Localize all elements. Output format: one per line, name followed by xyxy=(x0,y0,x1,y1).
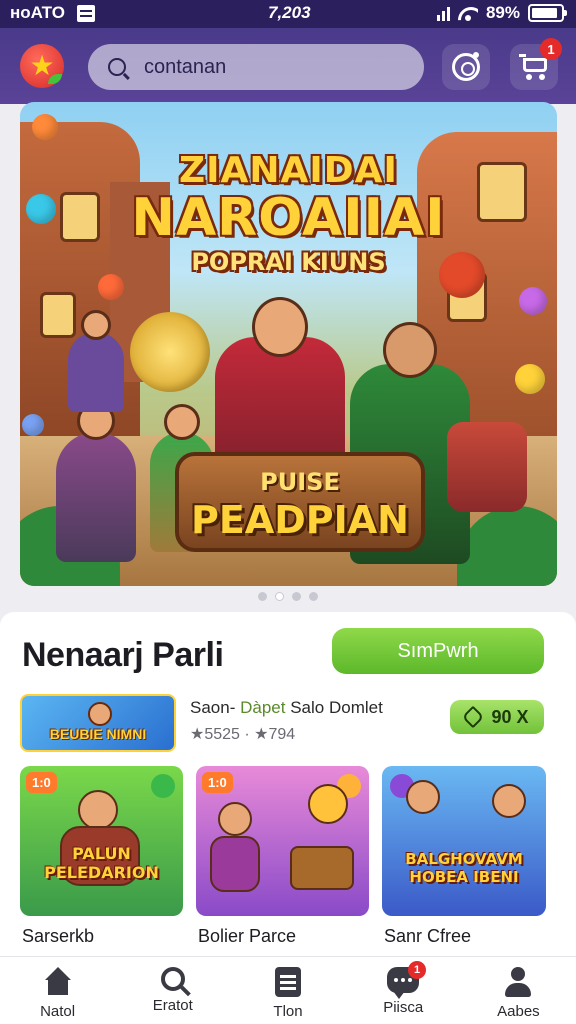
gold-coin xyxy=(308,784,348,824)
card-character xyxy=(492,784,526,818)
card-character xyxy=(78,790,118,830)
home-icon xyxy=(43,967,73,997)
plaque-line1: PUISE xyxy=(260,468,340,496)
section-title: Nenaarj Parli xyxy=(22,636,224,674)
banner-title-line1: ZIANAIDAI xyxy=(179,150,398,191)
notification-icon xyxy=(76,4,95,22)
featured-thumbnail[interactable]: BEUBIE NIMNI xyxy=(20,694,176,752)
card-character xyxy=(218,802,252,836)
card-corner-icon xyxy=(151,774,175,798)
hero-banner[interactable]: ZIANAIDAI NAROAIIAI POPRAI KIUNS PUISE P… xyxy=(20,102,557,586)
treasure-chest xyxy=(290,846,354,890)
thumbnail-caption: BEUBIE NIMNI xyxy=(49,726,147,742)
card-character-body xyxy=(210,836,260,892)
price-tag-icon xyxy=(462,705,485,729)
list-icon xyxy=(275,967,301,997)
carousel-dot[interactable] xyxy=(258,592,267,601)
game-card[interactable]: 1:0 PALUN PELEDARION xyxy=(20,766,183,916)
app-logo-icon[interactable]: ★ xyxy=(20,44,64,88)
nav-label: Tlon xyxy=(273,1003,303,1020)
signal-icon xyxy=(436,5,450,21)
battery-percent: 89% xyxy=(485,3,520,22)
banner-title-line3: POPRAI KIUNS xyxy=(191,248,386,276)
featured-title-accent: Dàpet xyxy=(240,698,286,717)
camera-button[interactable] xyxy=(442,44,490,90)
banner-window xyxy=(40,292,76,338)
carrier-label: ноATO xyxy=(10,3,65,22)
balloon xyxy=(22,414,44,436)
nav-item-list[interactable]: Tlon xyxy=(230,957,345,1024)
balloon xyxy=(98,274,124,300)
featured-title-prefix: Saon- xyxy=(190,698,236,717)
balloon xyxy=(32,114,58,140)
search-input[interactable] xyxy=(144,55,384,79)
card-label[interactable]: Bolier Parce xyxy=(198,926,296,947)
side-character xyxy=(68,310,124,412)
carousel-dots xyxy=(0,592,576,601)
cart-button[interactable]: 1 xyxy=(510,38,562,90)
game-card[interactable]: 1:0 xyxy=(196,766,369,916)
nav-item-profile[interactable]: Aabes xyxy=(461,957,576,1024)
card-badge: 1:0 xyxy=(202,772,233,793)
banner-title-line2: NAROAIIAI xyxy=(131,188,446,248)
section-cta-button[interactable]: SımPwrh xyxy=(332,628,544,674)
app-header: ★ 1 xyxy=(0,28,576,104)
featured-price-button[interactable]: 90 X xyxy=(450,700,544,734)
side-character xyxy=(56,402,136,562)
card-badge: 1:0 xyxy=(26,772,57,793)
robot-character xyxy=(447,422,527,512)
featured-title-suffix: Salo Domlet xyxy=(290,698,383,717)
card-label[interactable]: Sanr Cfree xyxy=(384,926,471,947)
banner-plaque: PUISE PEADPIAN xyxy=(175,452,425,552)
wifi-icon xyxy=(458,5,478,21)
nav-item-chat[interactable]: Piisca xyxy=(346,957,461,1024)
search-icon xyxy=(160,967,185,991)
search-icon xyxy=(108,58,126,76)
clock: 7,203 xyxy=(268,3,311,22)
thumbnail-character xyxy=(88,702,112,726)
profile-icon xyxy=(503,967,533,997)
status-bar: ноATO 7,203 89% xyxy=(0,0,576,28)
card-caption: BALGHOVAVM HOBEA IBENI xyxy=(405,850,523,886)
nav-item-home[interactable]: Natol xyxy=(0,957,115,1024)
card-caption: PALUN PELEDARION xyxy=(44,844,159,882)
balloon xyxy=(519,287,547,315)
nav-label: Piisca xyxy=(383,999,424,1016)
plaque-line2: PEADPIAN xyxy=(191,498,409,542)
featured-price: 90 X xyxy=(491,706,529,727)
carousel-dot[interactable] xyxy=(275,592,284,601)
nav-label: Eratot xyxy=(152,997,193,1014)
cart-badge: 1 xyxy=(540,38,562,60)
featured-meta: ★5525 · ★794 xyxy=(190,726,296,743)
balloon xyxy=(515,364,545,394)
golden-disc xyxy=(130,312,210,392)
card-character xyxy=(406,780,440,814)
card-label[interactable]: Sarserkb xyxy=(22,926,94,947)
chat-badge: 1 xyxy=(408,961,426,979)
nav-label: Aabes xyxy=(497,1003,540,1020)
nav-label: Natol xyxy=(40,1003,76,1020)
search-bar[interactable] xyxy=(88,44,424,90)
camera-icon xyxy=(452,52,480,81)
carousel-dot[interactable] xyxy=(292,592,301,601)
content-panel: Nenaarj Parli SımPwrh BEUBIE NIMNI Saon-… xyxy=(0,612,576,956)
bottom-nav: Natol Eratot Tlon Piisca Aabes 1 xyxy=(0,956,576,1024)
featured-title[interactable]: Saon- Dàpet Salo Domlet xyxy=(190,698,383,718)
game-card[interactable]: BALGHOVAVM HOBEA IBENI xyxy=(382,766,546,916)
battery-icon xyxy=(528,4,567,22)
carousel-dot[interactable] xyxy=(309,592,318,601)
nav-item-search[interactable]: Eratot xyxy=(115,957,230,1024)
